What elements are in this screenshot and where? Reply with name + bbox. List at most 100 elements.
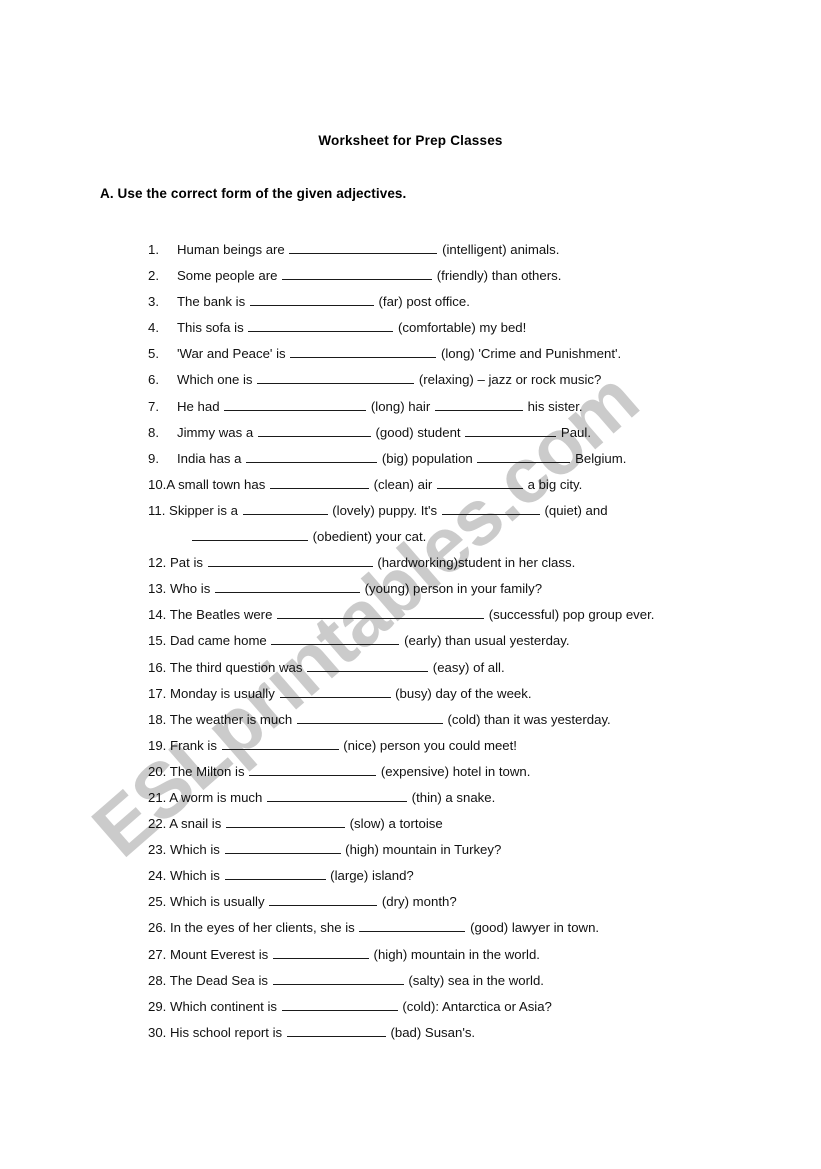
question-text: Frank is [170, 737, 221, 753]
answer-blank[interactable] [286, 1023, 386, 1037]
question-item: 26. In the eyes of her clients, she is (… [148, 915, 798, 941]
question-text: (quiet) and [540, 502, 608, 518]
question-number: 21. [148, 789, 167, 805]
answer-blank[interactable] [434, 397, 523, 411]
question-item: 27. Mount Everest is (high) mountain in … [148, 942, 798, 968]
answer-blank[interactable] [248, 318, 394, 333]
question-item: 14. The Beatles were (successful) pop gr… [148, 602, 798, 628]
question-text: (salty) sea in the world. [404, 972, 544, 988]
question-text: (high) mountain in the world. [369, 946, 540, 962]
question-number: 3. [148, 294, 159, 310]
question-item: 22. A snail is (slow) a tortoise [148, 811, 798, 837]
question-item: 20. The Milton is (expensive) hotel in t… [148, 759, 798, 785]
question-number: 9. [148, 450, 159, 466]
question-text: A worm is much [169, 789, 267, 805]
answer-blank[interactable] [290, 344, 437, 359]
answer-blank[interactable] [296, 710, 443, 724]
question-number: 26. [148, 920, 167, 936]
question-text: (early) than usual yesterday. [400, 633, 570, 649]
question-text: Mount Everest is [170, 946, 272, 962]
question-number: 24. [148, 868, 167, 884]
answer-blank[interactable] [192, 527, 308, 542]
answer-blank[interactable] [257, 423, 371, 437]
question-text: (obedient) your cat. [309, 529, 427, 545]
question-item: 7. He had (long) hair his sister. [148, 394, 798, 420]
question-text: (expensive) hotel in town. [377, 763, 531, 779]
answer-blank[interactable] [307, 658, 429, 672]
question-text: (large) island? [326, 868, 414, 884]
question-text: (high) mountain in Turkey? [341, 842, 502, 858]
answer-blank[interactable] [224, 840, 341, 855]
question-text: (friendly) than others. [433, 268, 562, 284]
answer-blank[interactable] [289, 240, 438, 254]
answer-blank[interactable] [214, 579, 360, 594]
question-number: 7. [148, 398, 159, 414]
answer-blank[interactable] [436, 475, 523, 489]
answer-blank[interactable] [282, 266, 433, 281]
question-item: 29. Which continent is (cold): Antarctic… [148, 994, 798, 1020]
question-text [473, 451, 477, 466]
answer-blank[interactable] [359, 918, 466, 933]
question-number: 17. [148, 685, 167, 701]
question-text: He had [177, 398, 224, 414]
question-text: (cold): Antarctica or Asia? [398, 998, 552, 1014]
page-title: Worksheet for Prep Classes [318, 133, 503, 148]
question-text: Paul. [557, 424, 591, 440]
question-number: 18. [148, 711, 167, 727]
question-text: Human beings are [177, 242, 289, 257]
question-item: 24. Which is (large) island? [148, 863, 798, 889]
question-text: (comfortable) my bed! [394, 320, 527, 336]
answer-blank[interactable] [269, 475, 369, 489]
answer-blank[interactable] [249, 292, 374, 307]
answer-blank[interactable] [271, 631, 400, 646]
question-number: 27. [148, 946, 167, 962]
answer-blank[interactable] [226, 814, 345, 829]
answer-blank[interactable] [441, 501, 540, 515]
question-number: 23. [148, 842, 167, 858]
question-number: 14. [148, 607, 167, 623]
answer-blank[interactable] [465, 423, 557, 437]
answer-blank[interactable] [246, 449, 378, 463]
question-item: 23. Which is (high) mountain in Turkey? [148, 837, 798, 863]
question-number: 28. [148, 972, 167, 988]
answer-blank[interactable] [249, 762, 377, 776]
question-item: 8. Jimmy was a (good) student Paul. [148, 420, 798, 446]
question-item: 25. Which is usually (dry) month? [148, 889, 798, 915]
question-text: In the eyes of her clients, she is [170, 920, 359, 936]
question-item: 2. Some people are (friendly) than others… [148, 263, 798, 289]
question-number: 22. [148, 816, 167, 832]
answer-blank[interactable] [281, 997, 398, 1011]
question-text: (dry) month? [378, 894, 457, 910]
question-text: Pat is [170, 555, 207, 571]
answer-blank[interactable] [277, 605, 485, 620]
answer-blank[interactable] [279, 684, 391, 698]
question-text: Monday is usually [170, 685, 279, 701]
question-text: Belgium. [571, 450, 627, 466]
answer-blank[interactable] [269, 892, 378, 907]
question-text: (big) population [378, 450, 473, 466]
question-text: a big city. [523, 476, 583, 492]
question-text: Who is [170, 581, 214, 597]
answer-blank[interactable] [272, 945, 369, 959]
question-item: 19. Frank is (nice) person you could mee… [148, 733, 798, 759]
answer-blank[interactable] [221, 736, 339, 750]
answer-blank[interactable] [257, 370, 415, 385]
question-text: A small town has [166, 476, 269, 492]
question-item: 15. Dad came home (early) than usual yes… [148, 628, 798, 654]
question-item: 28. The Dead Sea is (salty) sea in the w… [148, 968, 798, 994]
question-text: (good) student [371, 424, 461, 440]
answer-blank[interactable] [477, 449, 571, 463]
answer-blank[interactable] [242, 501, 328, 515]
question-number: 10. [148, 476, 167, 492]
answer-blank[interactable] [207, 553, 373, 568]
answer-blank[interactable] [224, 866, 326, 881]
question-text: Which is [170, 842, 224, 858]
answer-blank[interactable] [267, 788, 408, 802]
answer-blank[interactable] [224, 397, 367, 411]
question-text: Dad came home [170, 633, 271, 649]
question-text: his sister. [523, 398, 583, 414]
question-text: (long) 'Crime and Punishment'. [437, 346, 622, 362]
question-number: 2. [148, 268, 159, 284]
answer-blank[interactable] [272, 971, 404, 985]
question-text: A snail is [169, 816, 225, 832]
